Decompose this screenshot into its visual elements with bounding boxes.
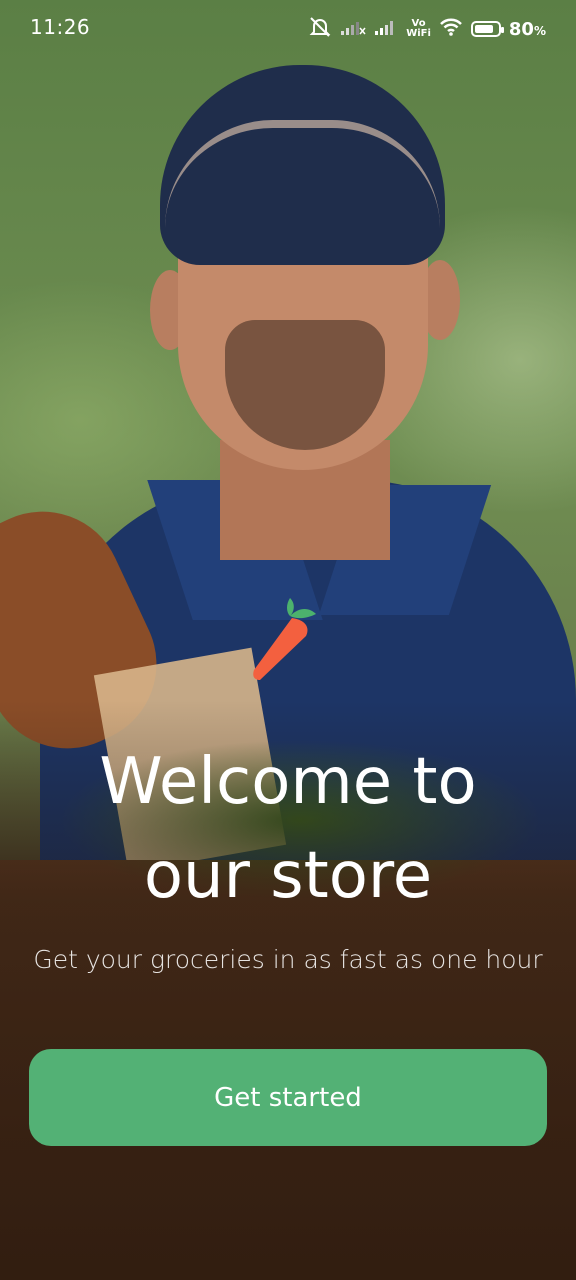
wifi-icon xyxy=(439,17,463,41)
status-bar: 11:26 Vo WiFi 80% xyxy=(0,0,576,56)
vowifi-icon: Vo WiFi xyxy=(406,18,431,39)
battery-icon xyxy=(470,21,504,37)
welcome-subtitle: Get your groceries in as fast as one hou… xyxy=(33,945,543,974)
signal-2-icon xyxy=(374,18,398,40)
get-started-button[interactable]: Get started xyxy=(29,1049,547,1146)
bell-muted-icon xyxy=(308,16,332,42)
onboarding-screen: 11:26 Vo WiFi 80% Welcome to our store G… xyxy=(0,0,576,1280)
welcome-title: Welcome to our store xyxy=(99,745,477,913)
status-time: 11:26 xyxy=(30,15,91,39)
carrot-logo-icon xyxy=(250,592,330,682)
signal-1-icon xyxy=(340,18,366,40)
battery-percent: 80% xyxy=(508,18,546,40)
